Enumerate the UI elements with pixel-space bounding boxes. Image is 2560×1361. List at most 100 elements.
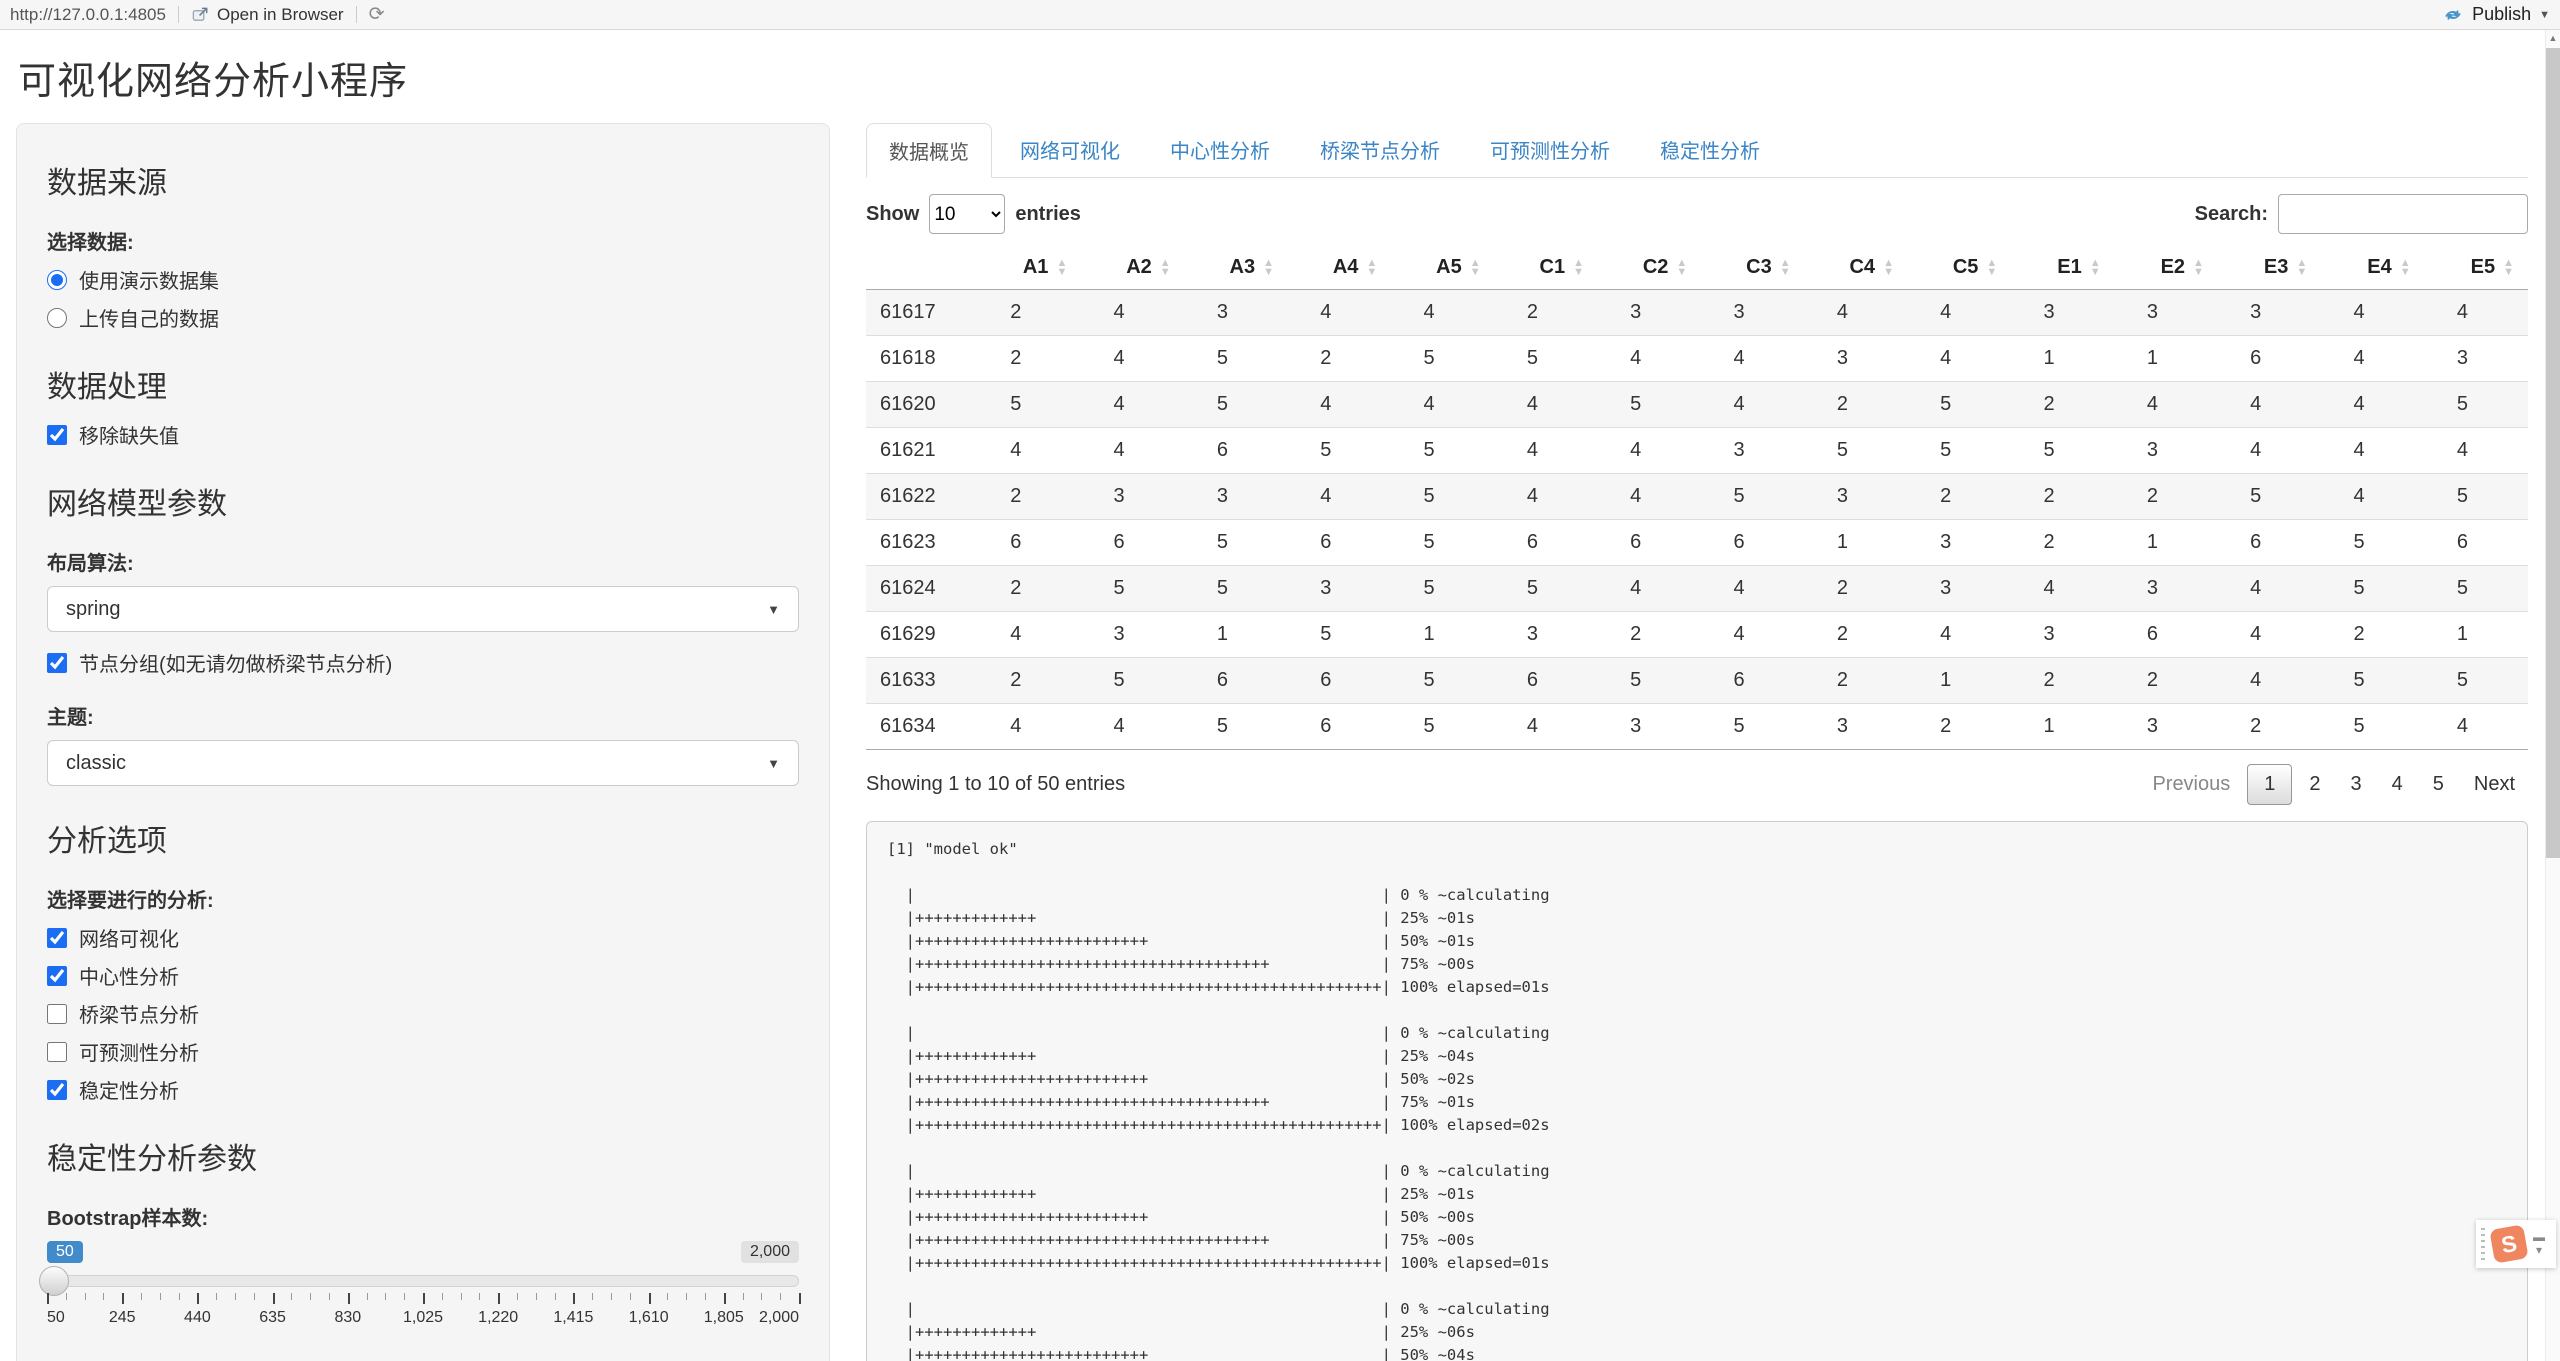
drag-handle-icon[interactable] (2481, 1228, 2485, 1260)
column-header[interactable]: C2▲▼ (1598, 246, 1701, 290)
table-cell: 2 (1908, 474, 2011, 520)
table-cell: 2 (2011, 382, 2114, 428)
column-header[interactable]: A2▲▼ (1081, 246, 1184, 290)
minimize-icon[interactable]: ▬ (2533, 1232, 2545, 1243)
scrollbar-up-arrow-icon[interactable]: ▲ (2546, 30, 2560, 46)
analysis-option-checkbox[interactable]: 中心性分析 (47, 961, 799, 990)
analysis-option-checkbox[interactable]: 稳定性分析 (47, 1075, 799, 1104)
pagination-previous[interactable]: Previous (2139, 765, 2243, 804)
layout-algorithm-select[interactable]: spring ▼ (47, 586, 799, 632)
tab-6[interactable]: 稳定性分析 (1638, 123, 1782, 178)
slider-handle[interactable] (39, 1266, 69, 1296)
tab-4[interactable]: 桥梁节点分析 (1298, 123, 1462, 178)
theme-select[interactable]: classic ▼ (47, 740, 799, 786)
refresh-icon[interactable]: ⟳ (369, 3, 385, 26)
table-cell: 6 (1701, 520, 1804, 566)
chevron-down-icon: ▼ (767, 756, 780, 771)
tab-3[interactable]: 中心性分析 (1148, 123, 1292, 178)
table-cell: 6 (1185, 428, 1288, 474)
slider-tick-label: 1,220 (478, 1309, 518, 1327)
capture-tool-logo-icon[interactable]: S (2489, 1224, 2528, 1263)
pagination-page-5[interactable]: 5 (2420, 765, 2457, 804)
console-output-box: [1] "model ok" | | 0 % ~calculating |+++… (866, 821, 2528, 1361)
table-cell: 5 (1288, 612, 1391, 658)
table-cell: 5 (1391, 336, 1494, 382)
pagination-next[interactable]: Next (2461, 765, 2528, 804)
table-cell: 4 (2321, 290, 2424, 336)
table-cell: 5 (1391, 566, 1494, 612)
table-cell: 5 (1598, 658, 1701, 704)
pagination-page-4[interactable]: 4 (2379, 765, 2416, 804)
checkbox-input[interactable] (47, 1042, 67, 1062)
column-header[interactable]: E3▲▼ (2218, 246, 2321, 290)
sort-icon: ▲▼ (2400, 259, 2411, 277)
node-group-checkbox-input[interactable] (47, 653, 67, 673)
column-header[interactable]: E1▲▼ (2011, 246, 2114, 290)
column-header[interactable]: E5▲▼ (2425, 246, 2528, 290)
column-header[interactable]: A3▲▼ (1185, 246, 1288, 290)
scrollbar-thumb[interactable] (2546, 48, 2560, 858)
tab-5[interactable]: 可预测性分析 (1468, 123, 1632, 178)
table-cell: 6 (1495, 658, 1598, 704)
table-cell: 4 (2425, 290, 2528, 336)
pagination-page-1[interactable]: 1 (2247, 764, 2292, 805)
checkbox-input[interactable] (47, 928, 67, 948)
slider-track[interactable] (47, 1275, 799, 1287)
checkbox-input[interactable] (47, 966, 67, 986)
data-source-options: 使用演示数据集上传自己的数据 (47, 265, 799, 332)
node-group-checkbox[interactable]: 节点分组(如无请勿做桥梁节点分析) (47, 648, 799, 677)
checkbox-input[interactable] (47, 1004, 67, 1024)
table-cell: 6 (1288, 704, 1391, 750)
slider-tick (141, 1293, 142, 1300)
show-label: Show (866, 203, 919, 226)
data-source-radio[interactable]: 使用演示数据集 (47, 265, 799, 294)
table-cell: 6 (2425, 520, 2528, 566)
data-processing-checkbox[interactable]: 移除缺失值 (47, 420, 799, 449)
pagination: Previous12345Next (2139, 764, 2528, 805)
slider-max-badge: 2,000 (741, 1241, 799, 1263)
page-scrollbar[interactable]: ▲ (2545, 30, 2560, 1361)
column-header[interactable]: A1▲▼ (978, 246, 1081, 290)
column-header[interactable]: E4 ▲▼ (2321, 246, 2424, 290)
tab-2[interactable]: 网络可视化 (998, 123, 1142, 178)
chevron-down-icon[interactable]: ▾ (2536, 1245, 2542, 1256)
table-cell: 5 (1081, 566, 1184, 612)
checkbox-input[interactable] (47, 1080, 67, 1100)
column-header[interactable]: C3▲▼ (1701, 246, 1804, 290)
column-header[interactable]: E2▲▼ (2115, 246, 2218, 290)
pagination-page-3[interactable]: 3 (2338, 765, 2375, 804)
node-group-checkbox-label: 节点分组(如无请勿做桥梁节点分析) (79, 648, 392, 677)
radio-input[interactable] (47, 270, 67, 290)
open-in-browser-label: Open in Browser (217, 5, 344, 25)
tab-1[interactable]: 数据概览 (866, 123, 992, 178)
pagination-page-2[interactable]: 2 (2296, 765, 2333, 804)
column-header-label: E4 (2367, 256, 2391, 278)
page-length-select[interactable]: 10 (929, 194, 1005, 234)
analysis-options-label: 选择要进行的分析: (47, 884, 799, 913)
radio-input[interactable] (47, 308, 67, 328)
table-row: 61621446554435553444 (866, 428, 2528, 474)
table-row: 61634445654353213254 (866, 704, 2528, 750)
checkbox-input[interactable] (47, 425, 67, 445)
publish-caret-icon[interactable]: ▼ (2539, 9, 2550, 21)
table-cell: 3 (1701, 428, 1804, 474)
analysis-options-heading: 分析选项 (47, 816, 799, 860)
column-header[interactable]: A5▲▼ (1391, 246, 1494, 290)
capture-tool-widget[interactable]: S ▬ ▾ (2476, 1220, 2556, 1268)
slider-tick (273, 1293, 275, 1304)
analysis-option-checkbox[interactable]: 桥梁节点分析 (47, 999, 799, 1028)
publish-button[interactable]: Publish (2472, 4, 2531, 25)
search-input[interactable] (2278, 194, 2528, 234)
column-header[interactable]: C1▲▼ (1495, 246, 1598, 290)
table-cell: 3 (1805, 336, 1908, 382)
analysis-option-checkbox[interactable]: 可预测性分析 (47, 1037, 799, 1066)
open-in-browser-button[interactable]: Open in Browser (191, 5, 344, 25)
column-header[interactable]: C4▲▼ (1805, 246, 1908, 290)
data-source-radio[interactable]: 上传自己的数据 (47, 303, 799, 332)
analysis-option-checkbox[interactable]: 网络可视化 (47, 923, 799, 952)
table-cell: 1 (2115, 336, 2218, 382)
column-header-label: E2 (2161, 256, 2185, 278)
column-header[interactable]: A4▲▼ (1288, 246, 1391, 290)
column-header[interactable]: C5▲▼ (1908, 246, 2011, 290)
slider-tick (799, 1293, 801, 1304)
